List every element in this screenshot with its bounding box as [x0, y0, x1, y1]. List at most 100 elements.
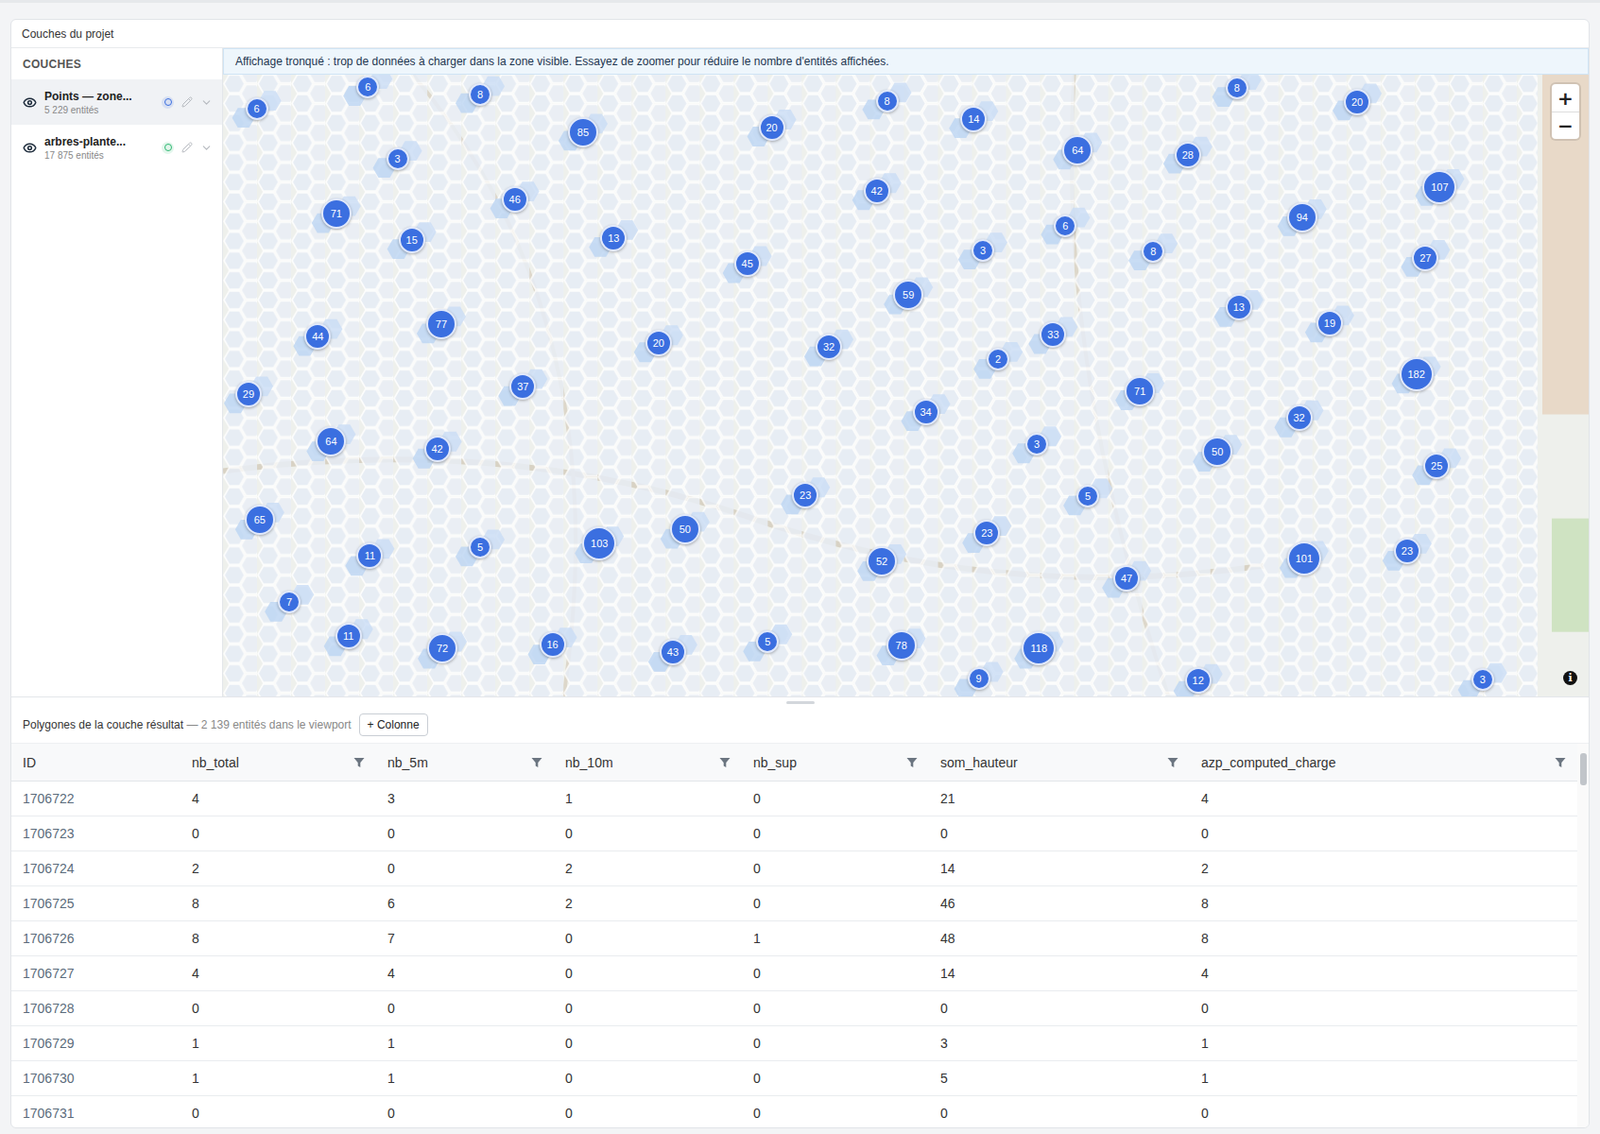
cluster-marker[interactable]: 20: [1343, 88, 1371, 116]
zoom-in-button[interactable]: +: [1551, 84, 1580, 112]
cluster-marker[interactable]: 85: [567, 117, 599, 148]
table-row[interactable]: 17067242020142: [11, 851, 1578, 887]
cluster-marker[interactable]: 32: [1286, 404, 1313, 431]
card-title: Couches du projet: [11, 19, 1589, 49]
cluster-marker[interactable]: 42: [424, 435, 451, 463]
layer-item[interactable]: arbres-plante...17 875 entités: [11, 124, 223, 171]
cluster-marker[interactable]: 20: [758, 114, 786, 141]
filter-icon[interactable]: [1167, 756, 1179, 769]
cluster-marker[interactable]: 6: [245, 97, 269, 121]
cluster-marker[interactable]: 20: [645, 329, 672, 357]
column-header[interactable]: ID: [11, 743, 181, 781]
eye-icon[interactable]: [22, 140, 37, 155]
table-cell: 4: [376, 956, 554, 991]
cluster-marker[interactable]: 65: [244, 504, 276, 535]
cluster-marker[interactable]: 77: [426, 309, 457, 340]
table-row[interactable]: 17067258620468: [11, 886, 1578, 922]
cluster-marker[interactable]: 3: [1025, 432, 1049, 456]
cluster-marker[interactable]: 9: [967, 667, 991, 690]
column-header[interactable]: nb_sup: [741, 743, 930, 781]
scrollbar-thumb[interactable]: [1580, 753, 1587, 786]
table-cell: 0: [741, 1096, 930, 1128]
cluster-marker[interactable]: 5: [756, 630, 779, 654]
filter-icon[interactable]: [353, 756, 365, 769]
table-cell: 0: [741, 816, 930, 851]
table-row[interactable]: 17067274400144: [11, 956, 1578, 992]
cluster-marker[interactable]: 5: [1076, 484, 1100, 508]
table-row[interactable]: 17067224310214: [11, 781, 1578, 817]
cluster-marker[interactable]: 23: [1393, 537, 1421, 565]
cluster-marker[interactable]: 6: [1053, 214, 1077, 238]
cluster-marker[interactable]: 94: [1287, 202, 1318, 233]
cluster-marker[interactable]: 45: [734, 250, 761, 277]
cluster-marker[interactable]: 12: [1185, 667, 1212, 694]
cluster-marker[interactable]: 13: [600, 224, 627, 252]
table-cell: 14: [929, 851, 1190, 886]
cluster-marker[interactable]: 27: [1411, 244, 1439, 272]
table-cell: 0: [741, 781, 930, 816]
column-header[interactable]: nb_10m: [553, 743, 742, 781]
filter-icon[interactable]: [906, 756, 918, 769]
cluster-marker[interactable]: 47: [1113, 565, 1140, 592]
eye-icon[interactable]: [22, 95, 37, 110]
cluster-marker[interactable]: 8: [1225, 76, 1249, 100]
cluster-marker[interactable]: 25: [1423, 452, 1450, 480]
table-cell: 0: [741, 851, 930, 886]
cluster-marker[interactable]: 29: [235, 380, 262, 408]
zoom-out-button[interactable]: −: [1551, 111, 1580, 139]
cluster-marker[interactable]: 15: [398, 226, 426, 254]
cluster-marker[interactable]: 46: [501, 186, 529, 213]
cluster-marker[interactable]: 8: [468, 83, 492, 106]
cluster-marker[interactable]: 16: [539, 631, 567, 658]
cluster-marker[interactable]: 3: [1471, 668, 1495, 691]
cluster-marker[interactable]: 34: [912, 398, 940, 426]
resize-handle[interactable]: [11, 696, 1589, 707]
cluster-marker[interactable]: 182: [1399, 357, 1434, 392]
table-row[interactable]: 1706730110051: [11, 1061, 1578, 1097]
cluster-marker[interactable]: 23: [791, 481, 819, 509]
cluster-marker[interactable]: 78: [886, 630, 917, 661]
add-column-button[interactable]: + Colonne: [359, 713, 429, 737]
cluster-marker[interactable]: 7: [277, 590, 301, 614]
cluster-marker[interactable]: 43: [659, 638, 687, 666]
cluster-marker[interactable]: 3: [971, 239, 995, 262]
pencil-icon[interactable]: [181, 141, 193, 154]
pencil-icon[interactable]: [181, 96, 193, 108]
table-cell: 1706723: [11, 816, 181, 851]
table-row[interactable]: 1706731000000: [11, 1096, 1578, 1128]
chevron-down-icon[interactable]: [200, 141, 213, 155]
layer-item[interactable]: Points — zone...5 229 entités: [11, 79, 223, 125]
column-header[interactable]: nb_total: [180, 743, 377, 781]
filter-icon[interactable]: [719, 756, 731, 769]
cluster-marker[interactable]: 3: [386, 147, 410, 171]
scrollbar[interactable]: [1577, 743, 1589, 1128]
table-cell: 7: [376, 921, 554, 956]
cluster-marker[interactable]: 71: [321, 198, 352, 229]
cluster-marker[interactable]: 8: [876, 89, 899, 113]
cluster-marker[interactable]: 52: [866, 546, 897, 577]
filter-icon[interactable]: [1554, 756, 1566, 769]
cluster-marker[interactable]: 28: [1174, 141, 1202, 169]
cluster-marker[interactable]: 19: [1316, 309, 1343, 337]
cluster-marker[interactable]: 50: [670, 514, 701, 545]
attribution-info-button[interactable]: i: [1563, 670, 1578, 686]
map[interactable]: 6688520814648202810794713461513454259368…: [223, 74, 1589, 697]
cluster-marker[interactable]: 101: [1287, 541, 1322, 576]
chevron-down-icon[interactable]: [200, 96, 213, 109]
table-row[interactable]: 17067268701488: [11, 921, 1578, 957]
filter-icon[interactable]: [531, 756, 543, 769]
column-header[interactable]: azp_computed_charge: [1189, 743, 1578, 781]
table-cell: 1706727: [11, 956, 181, 991]
table-row[interactable]: 1706723000000: [11, 816, 1578, 852]
cluster-marker[interactable]: 11: [335, 622, 362, 650]
cluster-marker[interactable]: 42: [863, 177, 891, 205]
table-row[interactable]: 1706729110031: [11, 1026, 1578, 1062]
table-cell: 1706725: [11, 886, 181, 921]
table-cell: 3: [376, 781, 554, 816]
table-row[interactable]: 1706728000000: [11, 991, 1578, 1027]
cluster-marker[interactable]: 5: [468, 535, 492, 559]
column-header[interactable]: nb_5m: [376, 743, 554, 781]
cluster-marker[interactable]: 71: [1124, 376, 1155, 407]
table-cell: 0: [376, 991, 554, 1026]
column-header[interactable]: som_hauteur: [929, 743, 1190, 781]
